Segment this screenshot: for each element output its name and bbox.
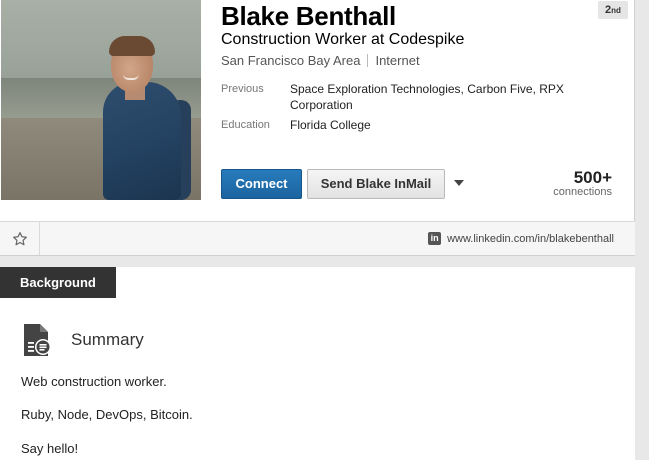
profile-photo[interactable] xyxy=(1,0,201,200)
profile-url-text[interactable]: www.linkedin.com/in/blakebenthall xyxy=(447,233,614,245)
photo-hair xyxy=(109,36,155,56)
summary-line: Web construction worker. xyxy=(21,374,167,389)
profile-card: Blake Benthall 2nd Construction Worker a… xyxy=(0,0,635,221)
education-value[interactable]: Florida College xyxy=(290,117,575,133)
connection-degree-badge[interactable]: 2nd xyxy=(598,1,628,19)
background-section: Background Summary Web construction work… xyxy=(0,267,635,460)
education-row: Education Florida College xyxy=(221,117,575,133)
profile-toolbar: in www.linkedin.com/in/blakebenthall xyxy=(0,221,635,256)
location-link[interactable]: San Francisco Bay Area xyxy=(221,53,360,68)
industry-link[interactable]: Internet xyxy=(375,53,419,68)
summary-document-icon xyxy=(24,324,51,356)
location-row: San Francisco Bay Area Internet xyxy=(221,53,420,68)
degree-suffix: nd xyxy=(611,6,621,15)
previous-value[interactable]: Space Exploration Technologies, Carbon F… xyxy=(290,81,575,113)
public-profile-url[interactable]: in www.linkedin.com/in/blakebenthall xyxy=(428,232,614,245)
profile-headline: Construction Worker at Codespike xyxy=(221,31,465,48)
linkedin-icon: in xyxy=(428,232,442,245)
summary-line: Say hello! xyxy=(21,441,79,456)
background-tab[interactable]: Background xyxy=(0,267,116,298)
chevron-down-icon[interactable] xyxy=(454,180,464,186)
summary-title: Summary xyxy=(71,330,144,349)
connect-button[interactable]: Connect xyxy=(221,169,302,199)
profile-name: Blake Benthall xyxy=(221,1,396,31)
summary-line: Ruby, Node, DevOps, Bitcoin. xyxy=(21,407,193,422)
send-inmail-button[interactable]: Send Blake InMail xyxy=(307,169,445,199)
connections-label: connections xyxy=(553,186,612,198)
profile-info-table: Previous Space Exploration Technologies,… xyxy=(221,81,575,137)
favorite-button[interactable] xyxy=(0,222,40,255)
previous-row: Previous Space Exploration Technologies,… xyxy=(221,81,575,113)
star-icon xyxy=(12,231,27,245)
location-divider xyxy=(367,54,369,67)
previous-label: Previous xyxy=(221,83,264,95)
connections-count: 500+ xyxy=(573,168,612,187)
education-label: Education xyxy=(221,119,270,131)
